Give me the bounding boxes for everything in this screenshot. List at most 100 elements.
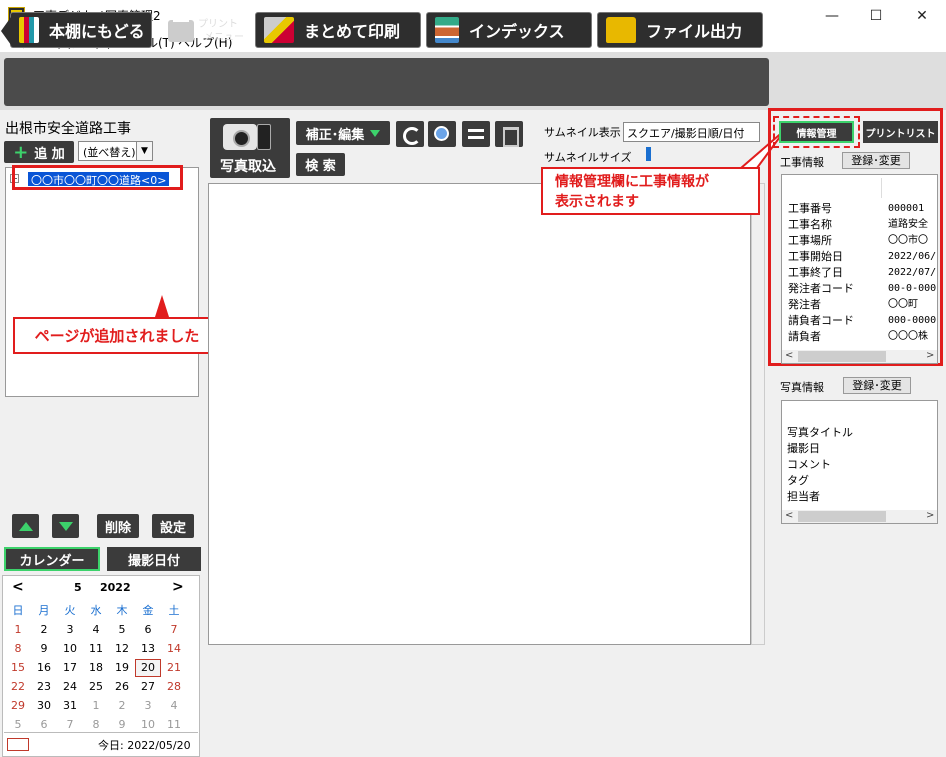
minimize-button[interactable]: — xyxy=(809,0,855,31)
calendar-day[interactable]: 30 xyxy=(31,697,57,715)
calendar-day[interactable]: 2 xyxy=(31,621,57,639)
construction-field-label: 発注者コード xyxy=(788,282,854,295)
scroll-right-icon[interactable]: > xyxy=(926,510,934,521)
calendar-day[interactable]: 28 xyxy=(161,678,187,696)
camera-icon xyxy=(223,124,257,150)
rotate-icon[interactable] xyxy=(396,121,424,147)
index-button[interactable]: インデックス xyxy=(426,12,592,48)
calendar-day[interactable]: 9 xyxy=(31,640,57,658)
maximize-button[interactable]: ☐ xyxy=(853,0,899,31)
today-label: 今日: 2022/05/20 xyxy=(98,739,191,752)
scroll-left-icon[interactable]: < xyxy=(785,350,793,361)
left-panel: 出根市安全道路工事 + 追 加 (並べ替え) ▼ + 〇〇市〇〇町〇〇道路<0> … xyxy=(0,110,221,757)
back-to-shelf-label: 本棚にもどる xyxy=(49,22,145,41)
calendar-day[interactable]: 4 xyxy=(83,621,109,639)
construction-info-labels: 工事番号 工事名称 工事場所 工事開始日 工事終了日 発注者コード 発注者 請負者コード 請負者 xyxy=(788,201,854,345)
photo-import-label: 写真取込 xyxy=(220,159,276,175)
calendar-day[interactable]: 4 xyxy=(161,697,187,715)
calendar-day[interactable]: 29 xyxy=(5,697,31,715)
calendar-day[interactable]: 22 xyxy=(5,678,31,696)
construction-field-value: 00-0-000 xyxy=(888,283,936,294)
bulk-print-label: まとめて印刷 xyxy=(304,22,401,41)
photo-info-edit-button[interactable]: 登録･変更 xyxy=(843,377,911,394)
calendar-day[interactable]: 16 xyxy=(31,659,57,677)
calendar-day[interactable]: 7 xyxy=(161,621,187,639)
scrollbar-thumb[interactable] xyxy=(798,511,886,522)
calendar-day[interactable]: 20 xyxy=(135,659,161,677)
back-to-shelf-button[interactable]: 本棚にもどる xyxy=(1,12,152,48)
dropdown-arrow-icon xyxy=(370,129,381,137)
thumbnail-size-slider[interactable] xyxy=(646,147,651,161)
construction-field-label: 工事番号 xyxy=(788,202,832,215)
calendar-day[interactable]: 1 xyxy=(83,697,109,715)
chevron-down-icon[interactable]: ▼ xyxy=(136,141,153,161)
calendar-day[interactable]: 1 xyxy=(5,621,31,639)
construction-field-label: 請負者 xyxy=(788,330,821,343)
calendar-day[interactable]: 14 xyxy=(161,640,187,658)
print-menu-button[interactable]: プリント メニュー xyxy=(162,12,250,48)
calendar-day[interactable]: 23 xyxy=(31,678,57,696)
zoom-icon[interactable] xyxy=(428,121,456,147)
weekday-header: 木 xyxy=(116,604,128,617)
edit-correct-button[interactable]: 補正･編集 xyxy=(296,121,390,145)
calendar-day[interactable]: 11 xyxy=(83,640,109,658)
calendar-day[interactable]: 6 xyxy=(135,621,161,639)
calendar-day[interactable]: 3 xyxy=(135,697,161,715)
calendar-next-button[interactable]: > xyxy=(172,579,184,595)
weekday-header: 日 xyxy=(12,604,24,617)
calendar-year: 2022 xyxy=(100,581,131,594)
calendar-day[interactable]: 26 xyxy=(109,678,135,696)
photo-info-labels: 写真タイトル 撮影日 コメント タグ 担当者 xyxy=(787,425,853,505)
weekday-header: 土 xyxy=(168,604,180,617)
photo-field-label: 写真タイトル xyxy=(787,426,853,439)
delete-button[interactable]: 削除 xyxy=(97,514,139,538)
calendar-day[interactable]: 8 xyxy=(5,640,31,658)
calendar-day[interactable]: 15 xyxy=(5,659,31,677)
calendar-day[interactable]: 27 xyxy=(135,678,161,696)
close-button[interactable]: ✕ xyxy=(899,0,945,31)
calendar-day[interactable]: 18 xyxy=(83,659,109,677)
callout-tail xyxy=(155,295,169,317)
file-output-label: ファイル出力 xyxy=(646,22,743,41)
calendar-day[interactable]: 12 xyxy=(109,640,135,658)
file-output-button[interactable]: ファイル出力 xyxy=(597,12,763,48)
photo-area-scrollbar[interactable] xyxy=(751,183,765,645)
tab-calendar[interactable]: カレンダー xyxy=(4,547,100,571)
calendar-day[interactable]: 31 xyxy=(57,697,83,715)
calendar-day[interactable]: 10 xyxy=(57,640,83,658)
calendar-day[interactable]: 25 xyxy=(83,678,109,696)
bulk-print-button[interactable]: まとめて印刷 xyxy=(255,12,421,48)
search-button[interactable]: 検 索 xyxy=(296,153,345,176)
photo-thumbnail-area[interactable] xyxy=(208,183,751,645)
calendar-day[interactable]: 17 xyxy=(57,659,83,677)
calendar-day[interactable]: 21 xyxy=(161,659,187,677)
construction-field-value: 〇〇町 xyxy=(888,299,918,310)
construction-field-label: 工事名称 xyxy=(788,218,832,231)
settings-button[interactable]: 設定 xyxy=(152,514,194,538)
weekday-header: 火 xyxy=(64,604,76,617)
construction-info-edit-button[interactable]: 登録･変更 xyxy=(842,152,910,169)
construction-info-label: 工事情報 xyxy=(780,156,824,169)
calendar-day[interactable]: 19 xyxy=(109,659,135,677)
tab-shooting-date[interactable]: 撮影日付 xyxy=(107,547,201,571)
construction-field-value: 000-0000 xyxy=(888,315,936,326)
swap-icon[interactable] xyxy=(462,121,490,147)
trash-icon[interactable] xyxy=(495,121,523,147)
page-tree[interactable] xyxy=(5,167,199,397)
calendar-day[interactable]: 13 xyxy=(135,640,161,658)
print-menu-label-2: メニュー xyxy=(204,32,244,43)
add-page-button[interactable]: + 追 加 xyxy=(4,141,74,163)
move-down-button[interactable] xyxy=(52,514,79,538)
scrollbar-thumb[interactable] xyxy=(798,351,886,362)
plus-icon: + xyxy=(13,141,29,163)
calendar-day[interactable]: 2 xyxy=(109,697,135,715)
construction-field-label: 工事場所 xyxy=(788,234,832,247)
move-up-button[interactable] xyxy=(12,514,39,538)
calendar-day[interactable]: 3 xyxy=(57,621,83,639)
tab-print-list[interactable]: プリントリスト xyxy=(863,121,938,143)
calendar-prev-button[interactable]: < xyxy=(12,579,24,595)
scroll-left-icon[interactable]: < xyxy=(785,510,793,521)
scroll-right-icon[interactable]: > xyxy=(926,350,934,361)
calendar-day[interactable]: 24 xyxy=(57,678,83,696)
calendar-day[interactable]: 5 xyxy=(109,621,135,639)
